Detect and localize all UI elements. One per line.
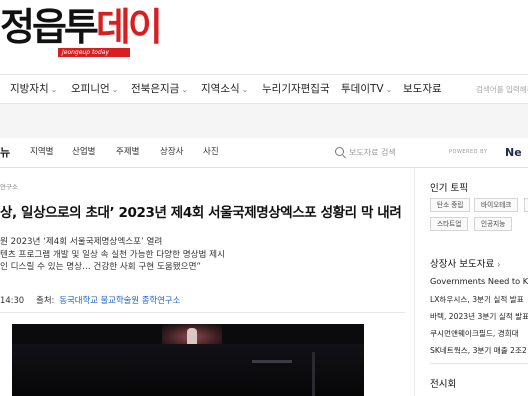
nav-item-label: 지역소식: [201, 83, 240, 95]
nav-item-press-release[interactable]: 보도자료: [403, 75, 442, 105]
chevron-down-icon: ⌄: [241, 85, 249, 94]
chevron-down-icon: ⌄: [111, 85, 119, 94]
hot-topics-title: 인기 토픽: [430, 183, 468, 194]
article-meta: 14:30 출처: 동국대학교 불교학술원 종학연구소: [0, 294, 180, 306]
press-release-subnav: 뉴 지역별 산업별 주제별 상장사 사진 보도자료 검색 POWERED BY …: [0, 138, 528, 168]
topic-tag[interactable]: 탄소 중립: [430, 198, 471, 212]
search-icon[interactable]: [335, 147, 344, 156]
header-search-input[interactable]: 검색어를 입력해주: [476, 75, 528, 104]
nav-item-citizen-desk[interactable]: 누리기자편집국: [262, 75, 330, 105]
nav-item-label: 보도자료: [403, 83, 442, 95]
listed-press-item[interactable]: 쿠시먼앤웨이크필드, 경희대: [430, 328, 519, 339]
press-release-search[interactable]: 보도자료 검색: [335, 145, 423, 161]
publish-time: 14:30: [0, 295, 25, 305]
listed-press-label: 상장사 보도자료: [430, 259, 495, 270]
nav-item-label: 누리기자편집국: [262, 83, 330, 95]
listed-press-item[interactable]: 바텍, 2023년 3분기 실적 발표: [430, 311, 528, 322]
subnav-item-topic[interactable]: 주제별: [116, 138, 139, 167]
nav-item-local-news[interactable]: 지역소식 ⌄: [201, 75, 248, 105]
nav-item-local-gov[interactable]: 지방자치 ⌄: [10, 75, 57, 105]
listed-press-item[interactable]: Governments Need to Kee: [430, 276, 528, 286]
article-subtitle: 텐츠 프로그램 개발 및 일상 속 실천 가능한 다양한 명상법 제시: [0, 249, 225, 260]
topic-tag[interactable]: 바이오테크: [474, 198, 519, 212]
meta-divider: [0, 312, 405, 313]
header-spacer: [0, 104, 528, 138]
topic-tag[interactable]: 로: [524, 198, 528, 212]
listed-press-title[interactable]: 상장사 보도자료 ›: [430, 256, 500, 270]
article-title: 상, 일상으로의 초대’ 2023년 제4회 서울국제명상엑스포 성황리 막 내…: [0, 205, 402, 221]
site-header: 정읍투데이 Jeongeup today: [0, 0, 528, 74]
listed-press-item[interactable]: SK네트웍스, 3분기 매출 2조2: [430, 345, 527, 356]
source-label: 출처:: [36, 295, 55, 305]
main-navigation: 지방자치 ⌄ 오피니언 ⌄ 전북은지금 ⌄ 지역소식 ⌄ 누리기자편집국 투데이TV ⌄ …: [0, 74, 528, 104]
subnav-item-region[interactable]: 지역별: [30, 138, 53, 167]
nav-item-jeonbuk-now[interactable]: 전북은지금 ⌄: [131, 75, 188, 105]
logo-text-primary: 정읍투: [0, 5, 99, 49]
nav-item-label: 오피니언: [71, 83, 110, 95]
chevron-down-icon: ⌄: [385, 85, 393, 94]
mic-stand: [312, 352, 315, 396]
subnav-item-industry[interactable]: 산업별: [72, 138, 95, 167]
source-link[interactable]: 동국대학교 불교학술원 종학연구소: [59, 295, 180, 305]
nav-item-label: 지방자치: [10, 83, 49, 95]
article-subtitles: 원 2023년 ‘제4회 서울국제명상엑스포’ 열려 텐츠 프로그램 개발 및 …: [0, 236, 405, 274]
sidebar-separator: [430, 363, 528, 364]
logo-text-accent: 데이: [95, 5, 163, 49]
search-placeholder: 보도자료 검색: [349, 148, 396, 157]
chevron-down-icon: ⌄: [181, 85, 189, 94]
chevron-down-icon: ⌄: [50, 85, 58, 94]
exhibition-title: 전시회: [430, 379, 457, 390]
site-logo[interactable]: 정읍투데이: [0, 5, 163, 49]
nav-item-today-tv[interactable]: 투데이TV ⌄: [341, 75, 392, 105]
nav-item-label: 전북은지금: [131, 83, 180, 95]
article-photo[interactable]: [12, 324, 364, 396]
breadcrumb[interactable]: 연구소: [0, 181, 18, 191]
subnav-item-photo[interactable]: 사진: [203, 138, 219, 167]
powered-by-logo[interactable]: Ne: [505, 138, 522, 167]
nav-item-label: 투데이TV: [341, 83, 384, 95]
topic-tag[interactable]: 스타트업: [430, 217, 469, 231]
powered-by-label: POWERED BY: [449, 149, 488, 155]
sidebar-divider: [414, 168, 415, 396]
listed-press-item[interactable]: LX하우시스, 3분기 실적 발표: [430, 294, 524, 305]
topic-tag[interactable]: 인공지능: [474, 217, 513, 231]
stage-rig: [252, 360, 292, 363]
chevron-right-icon: ›: [497, 260, 501, 269]
subnav-item-listed[interactable]: 상장사: [160, 138, 183, 167]
article-subtitle: 원 2023년 ‘제4회 서울국제명상엑스포’ 열려: [0, 237, 163, 247]
subnav-brand[interactable]: 뉴: [0, 138, 10, 167]
article-subtitle: 인 디스릴 수 있는 명상… 건강한 사회 구현 도움됐으면”: [0, 262, 201, 272]
nav-item-opinion[interactable]: 오피니언 ⌄: [71, 75, 118, 105]
logo-subtitle: Jeongeup today: [58, 48, 130, 57]
